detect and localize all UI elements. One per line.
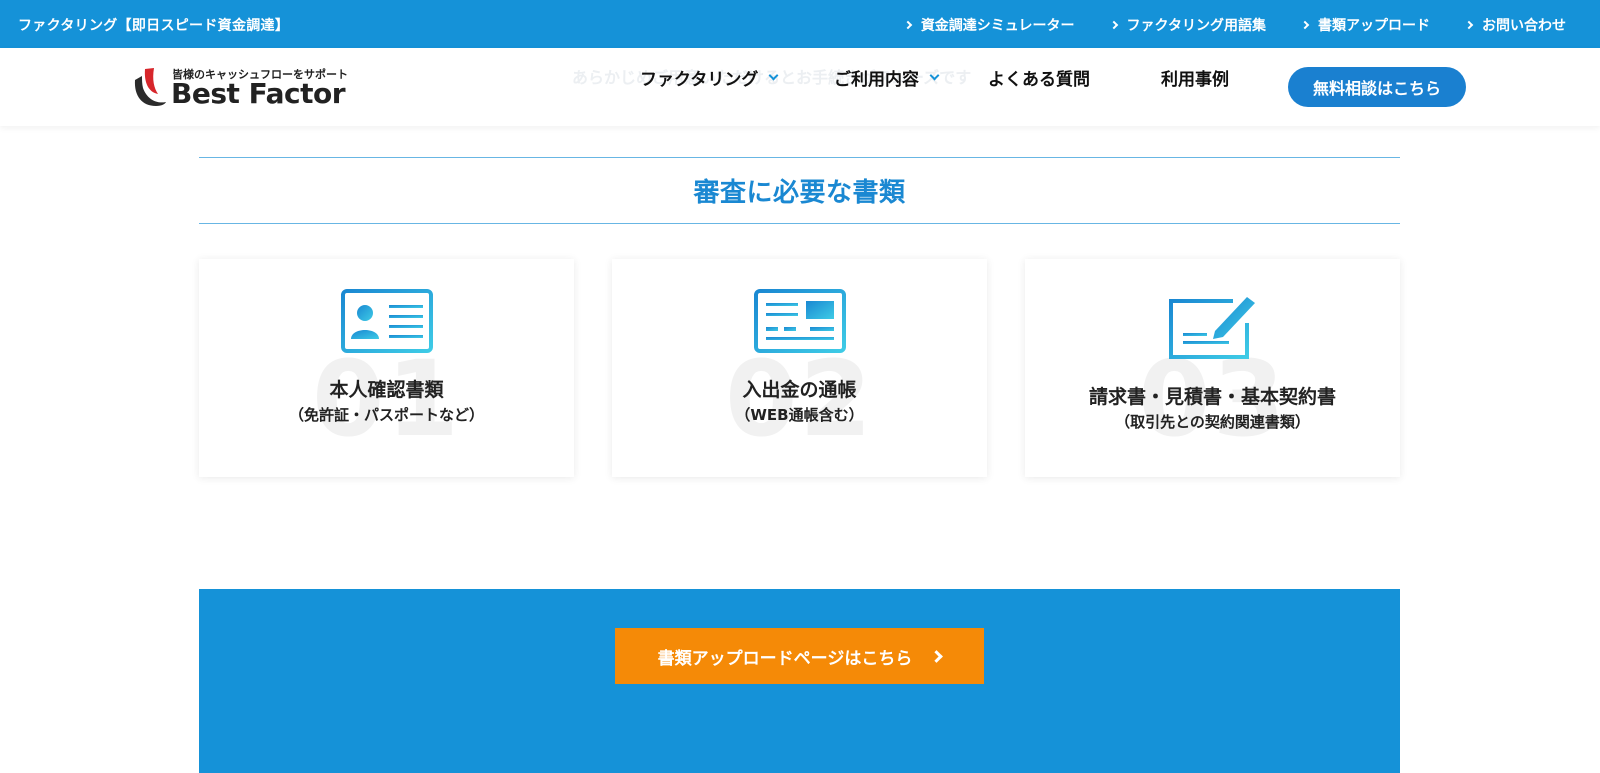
section-header: 審査に必要な書類	[199, 157, 1400, 224]
main-header: あらかじめご用意いただけるとお手続きがスムーズです 皆様のキャッシュフローをサポ…	[0, 48, 1600, 126]
top-link-contact[interactable]: お問い合わせ	[1464, 15, 1566, 35]
document-pen-icon	[1168, 297, 1255, 359]
card-title: 請求書・見積書・基本契約書	[1088, 386, 1336, 408]
upload-panel: 書類アップロードページはこちら	[199, 589, 1400, 773]
chevron-right-icon	[1109, 20, 1118, 30]
site-tagline: ファクタリング【即日スピード資金調達】	[18, 18, 290, 34]
upload-page-button[interactable]: 書類アップロードページはこちら	[615, 628, 984, 684]
top-link-label: ファクタリング用語集	[1126, 18, 1266, 34]
upload-button-label: 書類アップロードページはこちら	[657, 648, 913, 669]
card-subtitle: （WEB通帳含む）	[735, 406, 864, 424]
nav-item-services[interactable]: ご利用内容	[834, 65, 940, 90]
document-card-bankbook: 02 入出金の通帳 （WEB通帳含む）	[612, 259, 987, 477]
top-link-upload[interactable]: 書類アップロード	[1300, 15, 1430, 35]
document-card-invoice: 03 請求書・見積書・基本契約書 （取引先との契約関連書類）	[1025, 259, 1400, 477]
section-title: 審査に必要な書類	[693, 178, 906, 208]
top-link-label: 書類アップロード	[1318, 18, 1430, 34]
top-link-label: お問い合わせ	[1482, 18, 1566, 34]
card-title: 入出金の通帳	[742, 379, 857, 401]
document-card-identity: 01 本人確認書類 （免許証・パスポートなど）	[199, 259, 574, 477]
card-subtitle: （免許証・パスポートなど）	[288, 406, 484, 424]
chevron-right-icon	[903, 20, 913, 30]
card-subtitle: （取引先との契約関連書類）	[1115, 413, 1310, 431]
chevron-right-icon	[930, 649, 944, 663]
chevron-right-icon	[1464, 20, 1474, 30]
site-logo[interactable]: 皆様のキャッシュフローをサポート Best Factor	[132, 66, 372, 110]
chevron-right-icon	[1300, 20, 1310, 30]
top-link-label: 資金調達シミュレーター	[920, 18, 1075, 34]
top-link-glossary[interactable]: ファクタリング用語集	[1109, 15, 1266, 35]
chevron-down-icon	[929, 70, 940, 80]
nav-item-factoring[interactable]: ファクタリング	[640, 65, 779, 90]
top-bar: ファクタリング【即日スピード資金調達】 資金調達シミュレーター ファクタリング用…	[0, 0, 1600, 48]
top-link-simulator[interactable]: 資金調達シミュレーター	[903, 15, 1075, 35]
top-links: 資金調達シミュレーター ファクタリング用語集 書類アップロード お問い合わせ	[903, 15, 1566, 35]
logo-mark-icon	[134, 68, 166, 106]
logo-name: Best Factor	[171, 77, 346, 110]
chevron-down-icon	[768, 70, 779, 80]
free-consultation-button[interactable]: 無料相談はこちら	[1288, 67, 1466, 107]
nav-item-faq[interactable]: よくある質問	[988, 65, 1090, 90]
nav-item-cases[interactable]: 利用事例	[1161, 65, 1229, 90]
nav-label: ご利用内容	[834, 69, 919, 90]
nav-label: 利用事例	[1161, 69, 1229, 90]
bankbook-icon	[753, 289, 846, 353]
id-card-icon	[340, 289, 433, 353]
nav-label: ファクタリング	[640, 69, 759, 90]
card-title: 本人確認書類	[329, 379, 444, 401]
nav-label: よくある質問	[988, 69, 1090, 90]
